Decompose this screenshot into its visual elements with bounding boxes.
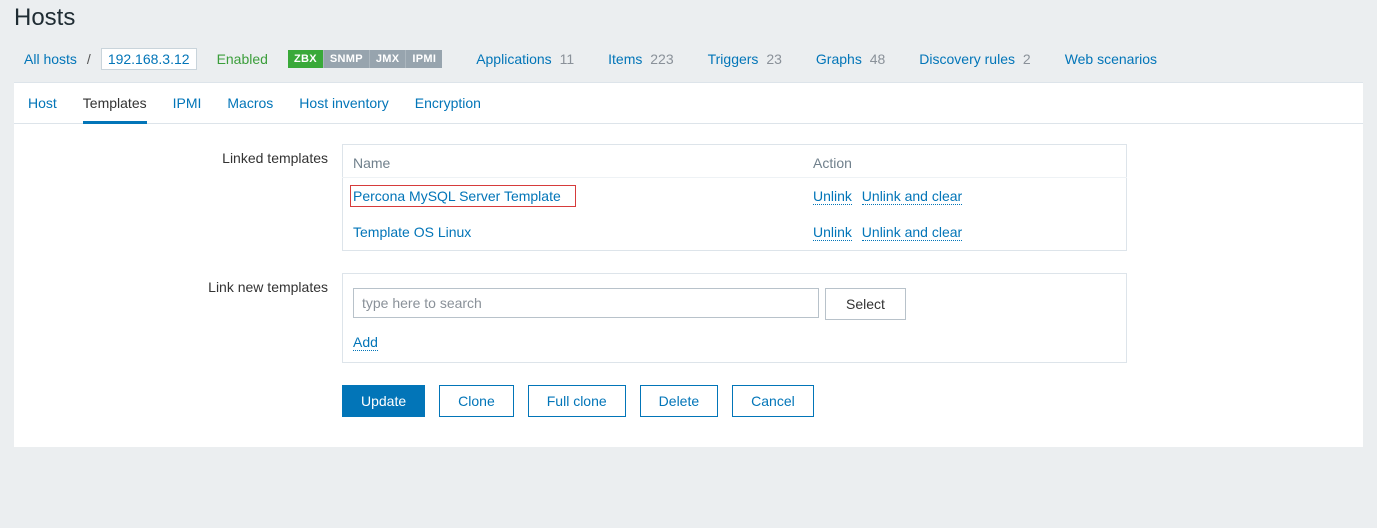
nav-label: Discovery rules	[919, 51, 1015, 67]
col-action: Action	[803, 145, 1127, 178]
proto-jmx: JMX	[369, 50, 406, 68]
unlink-clear-action[interactable]: Unlink and clear	[862, 224, 962, 241]
protocol-badges: ZBX SNMP JMX IPMI	[288, 50, 442, 68]
delete-button[interactable]: Delete	[640, 385, 718, 417]
tab-macros[interactable]: Macros	[227, 83, 273, 123]
nav-label: Applications	[476, 51, 552, 67]
unlink-action[interactable]: Unlink	[813, 188, 852, 205]
tab-host-inventory[interactable]: Host inventory	[299, 83, 388, 123]
linked-templates-table: Name Action Percona MySQL Server Templat…	[342, 144, 1127, 251]
tab-host[interactable]: Host	[28, 83, 57, 123]
cancel-button[interactable]: Cancel	[732, 385, 814, 417]
link-new-templates-label: Link new templates	[28, 273, 342, 363]
link-new-panel: Select Add	[342, 273, 1127, 363]
full-clone-button[interactable]: Full clone	[528, 385, 626, 417]
breadcrumb-sep: /	[87, 51, 91, 67]
unlink-action[interactable]: Unlink	[813, 224, 852, 241]
add-link[interactable]: Add	[353, 334, 378, 351]
nav-web-scenarios[interactable]: Web scenarios	[1065, 51, 1157, 67]
host-subnav: All hosts / 192.168.3.12 Enabled ZBX SNM…	[0, 48, 1377, 82]
proto-zbx: ZBX	[288, 50, 323, 68]
nav-items[interactable]: Items 223	[608, 51, 673, 67]
proto-snmp: SNMP	[323, 50, 369, 68]
nav-count: 23	[766, 51, 782, 67]
nav-graphs[interactable]: Graphs 48	[816, 51, 885, 67]
template-search-input[interactable]	[353, 288, 819, 318]
nav-count: 48	[870, 51, 886, 67]
update-button[interactable]: Update	[342, 385, 425, 417]
col-name: Name	[343, 145, 804, 178]
nav-count: 11	[560, 51, 575, 67]
action-buttons: Update Clone Full clone Delete Cancel	[342, 385, 1349, 417]
nav-triggers[interactable]: Triggers 23	[708, 51, 782, 67]
nav-label: Graphs	[816, 51, 862, 67]
nav-label: Web scenarios	[1065, 51, 1157, 67]
all-hosts-link[interactable]: All hosts	[24, 51, 77, 67]
nav-applications[interactable]: Applications 11	[476, 51, 574, 67]
host-ip[interactable]: 192.168.3.12	[101, 48, 197, 70]
linked-templates-label: Linked templates	[28, 144, 342, 251]
nav-count: 223	[650, 51, 673, 67]
status-enabled: Enabled	[217, 51, 268, 67]
proto-ipmi: IPMI	[405, 50, 442, 68]
tabs: Host Templates IPMI Macros Host inventor…	[14, 83, 1363, 124]
tab-templates[interactable]: Templates	[83, 83, 147, 124]
template-link-percona[interactable]: Percona MySQL Server Template	[353, 188, 561, 204]
page-title: Hosts	[14, 4, 1377, 32]
table-row: Percona MySQL Server Template Unlink Unl…	[343, 178, 1127, 215]
content-box: Host Templates IPMI Macros Host inventor…	[14, 82, 1363, 447]
nav-label: Triggers	[708, 51, 759, 67]
table-row: Template OS Linux Unlink Unlink and clea…	[343, 214, 1127, 251]
nav-label: Items	[608, 51, 642, 67]
tab-encryption[interactable]: Encryption	[415, 83, 481, 123]
unlink-clear-action[interactable]: Unlink and clear	[862, 188, 962, 205]
nav-discovery[interactable]: Discovery rules 2	[919, 51, 1030, 67]
select-button[interactable]: Select	[825, 288, 906, 320]
nav-count: 2	[1023, 51, 1031, 67]
template-link-oslinux[interactable]: Template OS Linux	[353, 224, 471, 240]
tab-ipmi[interactable]: IPMI	[173, 83, 202, 123]
clone-button[interactable]: Clone	[439, 385, 514, 417]
